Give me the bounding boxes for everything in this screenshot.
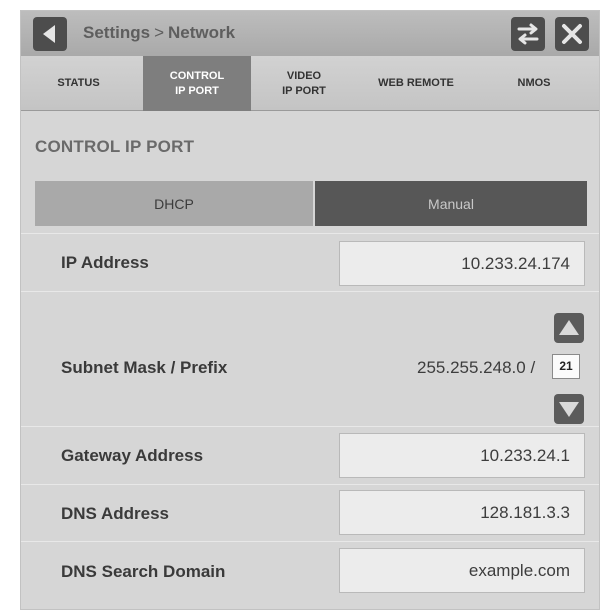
dns-row: DNS Address 128.181.3.3 [21,484,599,541]
tab-status[interactable]: STATUS [21,56,136,111]
subnet-row: Subnet Mask / Prefix 255.255.248.0 / 21 [21,291,599,426]
breadcrumb-current: Network [168,23,236,42]
ip-address-row: IP Address 10.233.24.174 [21,233,599,291]
prefix-field[interactable]: 21 [552,354,580,379]
manual-button[interactable]: Manual [315,181,587,226]
tab-video-ip-port[interactable]: VIDEO IP PORT [254,56,354,111]
tab-bar: STATUS CONTROL IP PORT VIDEO IP PORT WEB… [21,56,599,111]
gateway-field[interactable]: 10.233.24.1 [339,433,585,478]
dns-search-label: DNS Search Domain [61,562,226,581]
subnet-label: Subnet Mask / Prefix [61,358,228,377]
section-title: CONTROL IP PORT [35,137,195,156]
breadcrumb: Settings > Network [83,23,235,43]
close-button[interactable] [555,17,589,51]
prefix-decrement-button[interactable] [554,394,584,424]
swap-arrows-icon [517,23,539,45]
tab-control-ip-port[interactable]: CONTROL IP PORT [143,56,251,111]
breadcrumb-separator: > [154,23,164,42]
dhcp-button[interactable]: DHCP [35,181,313,226]
dns-search-row: DNS Search Domain example.com [21,541,599,609]
dns-search-field[interactable]: example.com [339,548,585,593]
dns-label: DNS Address [61,504,170,523]
title-bar: Settings > Network [21,11,599,56]
ip-mode-toggle: DHCP Manual [35,181,587,226]
triangle-down-icon [559,402,579,417]
gateway-label: Gateway Address [61,446,204,465]
prefix-increment-button[interactable] [554,313,584,343]
dns-field[interactable]: 128.181.3.3 [339,490,585,535]
ip-address-label: IP Address [61,253,149,272]
triangle-up-icon [559,320,579,335]
back-arrow-icon [43,25,55,43]
tab-web-remote[interactable]: WEB REMOTE [356,56,476,111]
settings-window: Settings > Network STATUS CONTROL IP PORT … [20,10,600,610]
close-icon [562,24,582,44]
tab-nmos[interactable]: NMOS [479,56,589,111]
ip-address-field[interactable]: 10.233.24.174 [339,241,585,286]
swap-button[interactable] [511,17,545,51]
breadcrumb-parent: Settings [83,23,151,42]
gateway-row: Gateway Address 10.233.24.1 [21,426,599,484]
subnet-mask-value: 255.255.248.0 / [417,358,536,377]
back-button[interactable] [33,17,67,51]
